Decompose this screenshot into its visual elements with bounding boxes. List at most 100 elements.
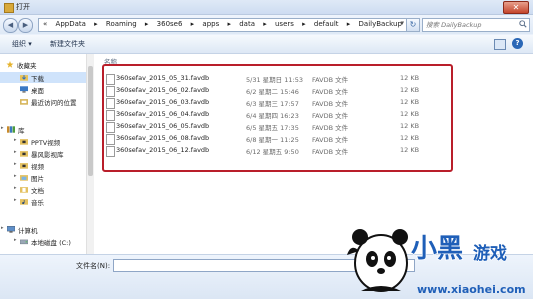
sidebar-item-pptv[interactable]: ▸ PPTV视频 [0, 136, 93, 147]
folder-icon [4, 3, 14, 13]
library-icon [7, 126, 15, 133]
file-size: 12 KB [400, 146, 420, 154]
expand-arrow-icon[interactable]: ▸ [1, 125, 4, 131]
table-row[interactable]: 360sefav_2015_06_12.favdb 6/12 星期五 9:50 … [106, 145, 436, 157]
sidebar-item-downloads[interactable]: 下载 [0, 72, 93, 83]
table-row[interactable]: 360sefav_2015_06_03.favdb 6/3 星期三 17:57 … [106, 97, 436, 109]
sidebar-item-desktop[interactable]: 桌面 [0, 84, 93, 95]
breadcrumb-default[interactable]: default [314, 20, 339, 28]
table-row[interactable]: 360sefav_2015_06_02.favdb 6/2 星期二 15:46 … [106, 85, 436, 97]
pictures-folder-icon [20, 175, 28, 181]
expand-arrow-icon[interactable]: ▸ [14, 237, 17, 243]
table-row[interactable]: 360sefav_2015_05_31.favdb 5/31 星期日 11:53… [106, 73, 436, 85]
sidebar-item-label: 音乐 [31, 199, 44, 207]
expand-arrow-icon[interactable]: ▸ [14, 185, 17, 191]
forward-button[interactable]: ▶ [18, 18, 33, 33]
sidebar-item-music[interactable]: ▸ 音乐 [0, 196, 93, 207]
sidebar-item-label: 下载 [31, 75, 44, 83]
refresh-button[interactable]: ↻ [406, 18, 420, 32]
navigation-pane: 收藏夹 下载 桌面 最近访问的位置 ▸ 库 ▸ PPTV视频 ▸ 暴风影视库 ▸… [0, 54, 94, 254]
sidebar-item-computer[interactable]: ▸ 计算机 [0, 224, 93, 235]
file-type: FAVDB 文件 [312, 100, 349, 108]
breadcrumb-separator[interactable]: ▸ [145, 20, 149, 28]
computer-icon [7, 226, 15, 233]
breadcrumb-appdata[interactable]: AppData [56, 20, 86, 28]
sidebar-item-libraries[interactable]: ▸ 库 [0, 124, 93, 135]
file-type: FAVDB 文件 [312, 124, 349, 132]
file-date: 6/12 星期五 9:50 [246, 148, 299, 156]
file-name: 360sefav_2015_06_05.favdb [116, 122, 210, 130]
drive-icon [20, 239, 28, 245]
expand-arrow-icon[interactable]: ▸ [14, 173, 17, 179]
breadcrumb-dailybackup[interactable]: DailyBackup [359, 20, 402, 28]
video-folder-icon [20, 139, 28, 145]
organize-button[interactable]: 组织 ▾ [12, 39, 32, 49]
search-icon[interactable] [519, 20, 527, 28]
file-size: 12 KB [400, 122, 420, 130]
svg-text:www.xiaohei.com: www.xiaohei.com [417, 283, 526, 296]
expand-arrow-icon[interactable]: ▸ [1, 225, 4, 231]
search-box[interactable] [422, 18, 530, 32]
music-icon [20, 199, 28, 205]
new-folder-button[interactable]: 新建文件夹 [50, 39, 85, 49]
file-icon [106, 98, 115, 109]
breadcrumb-separator[interactable]: ▸ [302, 20, 306, 28]
star-icon [6, 61, 14, 68]
search-input[interactable] [426, 19, 514, 30]
help-icon[interactable]: ? [512, 38, 523, 49]
title-bar: 打开 ✕ [0, 0, 533, 15]
breadcrumb-separator[interactable]: ▸ [191, 20, 195, 28]
sidebar-item-documents[interactable]: ▸ 文档 [0, 184, 93, 195]
scrollbar-thumb[interactable] [88, 66, 93, 176]
sidebar-item-label: 收藏夹 [17, 62, 37, 70]
breadcrumb-360se6[interactable]: 360se6 [157, 20, 183, 28]
sidebar-item-label: 最近访问的位置 [31, 99, 77, 107]
sidebar-item-label: 桌面 [31, 87, 44, 95]
close-button[interactable]: ✕ [503, 1, 529, 14]
sidebar-item-local-disk-c[interactable]: ▸ 本地磁盘 (C:) [0, 236, 93, 247]
address-dropdown-icon[interactable]: ▾ [400, 19, 404, 27]
back-button[interactable]: ◀ [3, 18, 18, 33]
file-size: 12 KB [400, 134, 420, 142]
panda-mascot-icon [347, 229, 408, 292]
table-row[interactable]: 360sefav_2015_06_04.favdb 6/4 星期四 16:23 … [106, 109, 436, 121]
open-file-dialog: 打开 ✕ ◀ ▶ « AppData ▸ Roaming ▸ 360se6 ▸ … [0, 0, 533, 299]
file-date: 6/3 星期三 17:57 [246, 100, 299, 108]
table-row[interactable]: 360sefav_2015_06_05.favdb 6/5 星期五 17:35 … [106, 121, 436, 133]
file-name: 360sefav_2015_05_31.favdb [116, 74, 210, 82]
sidebar-item-pictures[interactable]: ▸ 图片 [0, 172, 93, 183]
sidebar-item-videos[interactable]: ▸ 视频 [0, 160, 93, 171]
sidebar-scrollbar[interactable] [86, 54, 94, 254]
address-bar[interactable]: « AppData ▸ Roaming ▸ 360se6 ▸ apps ▸ da… [38, 18, 407, 32]
expand-arrow-icon[interactable]: ▸ [14, 161, 17, 167]
breadcrumb-apps[interactable]: apps [202, 20, 219, 28]
sidebar-item-favorites[interactable]: 收藏夹 [0, 59, 93, 70]
breadcrumb-data[interactable]: data [239, 20, 255, 28]
table-row[interactable]: 360sefav_2015_06_08.favdb 6/8 星期一 11:25 … [106, 133, 436, 145]
expand-arrow-icon[interactable]: ▸ [14, 137, 17, 143]
breadcrumb-separator[interactable]: ▸ [94, 20, 98, 28]
breadcrumb-overflow[interactable]: « [43, 20, 47, 28]
expand-arrow-icon[interactable]: ▸ [14, 149, 17, 155]
sidebar-item-label: PPTV视频 [31, 139, 61, 147]
file-date: 6/4 星期四 16:23 [246, 112, 299, 120]
file-icon [106, 134, 115, 145]
breadcrumb-separator[interactable]: ▸ [347, 20, 351, 28]
file-size: 12 KB [400, 110, 420, 118]
sidebar-item-recent-places[interactable]: 最近访问的位置 [0, 96, 93, 107]
file-size: 12 KB [400, 86, 420, 94]
file-icon [106, 74, 115, 85]
desktop-icon [20, 86, 28, 93]
breadcrumb-separator[interactable]: ▸ [263, 20, 267, 28]
video-folder-icon [20, 151, 28, 157]
sidebar-item-label: 图片 [31, 175, 44, 183]
expand-arrow-icon[interactable]: ▸ [14, 197, 17, 203]
file-date: 6/2 星期二 15:46 [246, 88, 299, 96]
breadcrumb-separator[interactable]: ▸ [227, 20, 231, 28]
download-folder-icon [20, 75, 28, 81]
view-options-icon[interactable] [494, 39, 506, 50]
breadcrumb-roaming[interactable]: Roaming [106, 20, 137, 28]
breadcrumb-users[interactable]: users [275, 20, 294, 28]
sidebar-item-baofeng[interactable]: ▸ 暴风影视库 [0, 148, 93, 159]
documents-folder-icon [20, 187, 28, 193]
